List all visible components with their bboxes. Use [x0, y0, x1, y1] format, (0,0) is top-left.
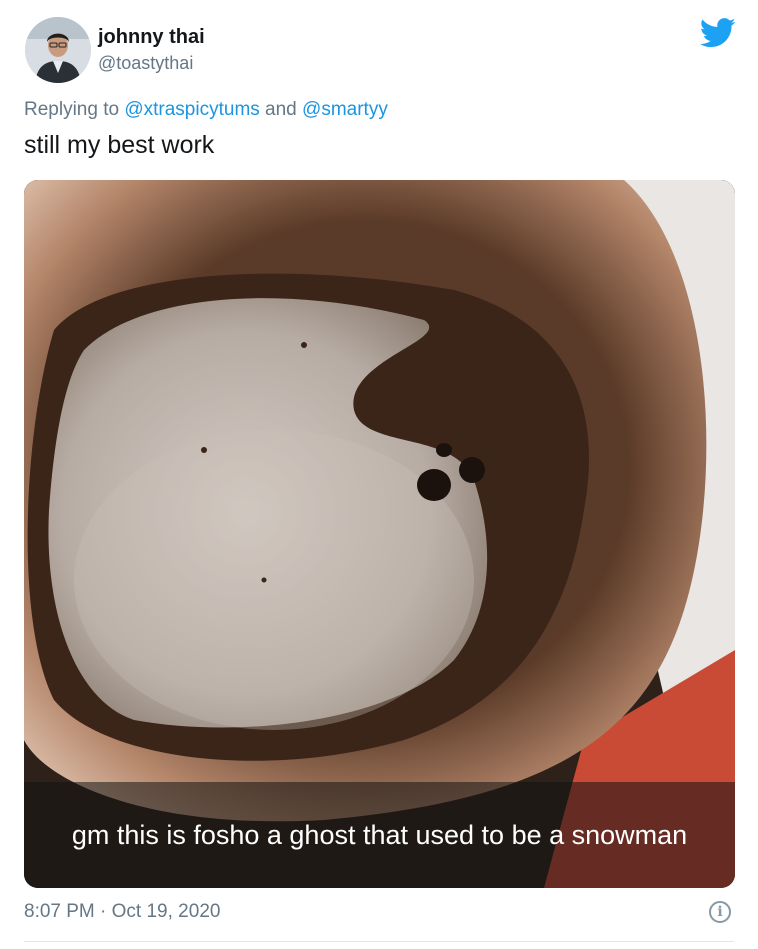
mention-link[interactable]: @smartyy: [302, 99, 388, 120]
avatar-image: [25, 17, 91, 83]
replying-prefix: Replying to: [24, 99, 120, 120]
tweet-time: 8:07 PM: [24, 901, 95, 922]
meta-separator: ·: [100, 901, 107, 922]
tweet-image[interactable]: gm this is fosho a ghost that used to be…: [24, 180, 735, 888]
info-icon[interactable]: i: [709, 901, 731, 923]
twitter-bird-icon[interactable]: [699, 18, 736, 48]
tweet-date: Oct 19, 2020: [111, 901, 221, 922]
tweet-text: still my best work: [24, 131, 215, 159]
divider: [24, 941, 734, 942]
timestamp[interactable]: 8:07 PM · Oct 19, 2020: [24, 901, 220, 923]
author-handle[interactable]: @toastythai: [98, 53, 193, 74]
image-caption-bar: gm this is fosho a ghost that used to be…: [24, 782, 735, 888]
image-caption: gm this is fosho a ghost that used to be…: [71, 820, 688, 850]
author-name[interactable]: johnny thai: [98, 26, 205, 49]
avatar[interactable]: [25, 17, 91, 83]
replying-joiner: and: [265, 99, 297, 120]
mention-link[interactable]: @xtraspicytums: [124, 99, 259, 120]
replying-to-line: Replying to @xtraspicytums and @smartyy: [24, 99, 388, 121]
